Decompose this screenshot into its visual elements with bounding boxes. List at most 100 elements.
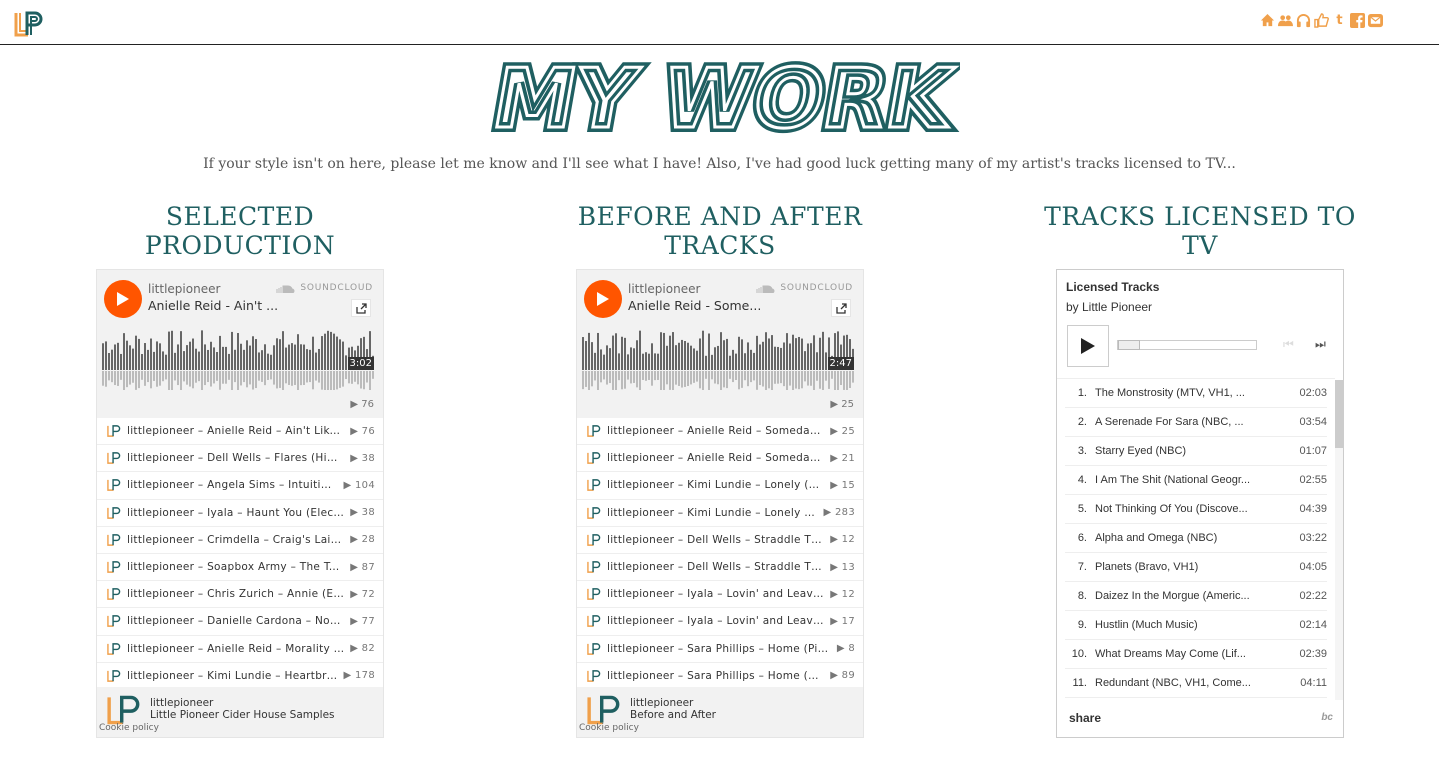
tumblr-icon[interactable]: t xyxy=(1332,12,1347,29)
play-button[interactable] xyxy=(104,280,142,318)
footer-playlist-title[interactable]: Before and After xyxy=(630,709,716,721)
list-item[interactable]: littlepioneer – Chris Zurich – Annie (El… xyxy=(97,581,383,609)
lp-logo-icon[interactable] xyxy=(14,10,44,38)
group-icon[interactable] xyxy=(1278,12,1293,29)
footer-user[interactable]: littlepioneer xyxy=(150,697,213,709)
list-item[interactable]: 2. A Serenade For Sara (NBC, ... 03:54 xyxy=(1065,408,1327,437)
my-work-title-art: MY WORK MY WORK xyxy=(480,56,959,136)
share-link[interactable]: share xyxy=(1069,711,1101,725)
list-item[interactable]: 5. Not Thinking Of You (Discove... 04:39 xyxy=(1065,495,1327,524)
waveform-bar xyxy=(228,353,230,370)
list-item[interactable]: littlepioneer – Kimi Lundie – Heartbreak… xyxy=(97,663,383,690)
waveform-bar xyxy=(165,354,167,370)
progress-thumb[interactable] xyxy=(1118,340,1140,350)
column-title-selected-production: SELECTED PRODUCTION xyxy=(144,202,336,260)
lp-logo-icon xyxy=(587,642,601,655)
footer-user[interactable]: littlepioneer xyxy=(630,697,693,709)
list-item[interactable]: 8. Daizez In the Morgue (Americ... 02:22 xyxy=(1065,582,1327,611)
waveform-reflection xyxy=(816,371,818,381)
waveform-bar xyxy=(213,347,215,370)
waveform-bar xyxy=(240,343,242,370)
play-button[interactable] xyxy=(584,280,622,318)
lp-logo-icon xyxy=(587,506,601,519)
waveform-reflection xyxy=(288,371,290,385)
share-icon[interactable] xyxy=(831,299,851,317)
scrollbar-thumb[interactable] xyxy=(1335,380,1343,448)
waveform[interactable] xyxy=(102,326,374,390)
artist-name[interactable]: littlepioneer xyxy=(628,282,700,296)
list-item[interactable]: 1. The Monstrosity (MTV, VH1, ... 02:03 xyxy=(1065,379,1327,408)
bandcamp-logo[interactable]: bc xyxy=(1321,712,1333,723)
list-item[interactable]: littlepioneer – Angela Sims – Intuition … xyxy=(97,472,383,500)
waveform-reflection xyxy=(756,371,758,390)
playlist-artwork[interactable] xyxy=(105,694,143,726)
soundcloud-brand[interactable]: SOUNDCLOUD xyxy=(756,283,853,293)
waveform-bar xyxy=(180,331,182,370)
waveform-bar xyxy=(243,349,245,370)
list-item[interactable]: littlepioneer – Anielle Reid – Someday (… xyxy=(577,445,863,473)
waveform-reflection xyxy=(744,371,746,381)
thumbs-up-icon[interactable] xyxy=(1314,12,1329,29)
cookie-policy-link[interactable]: Cookie policy xyxy=(99,723,159,733)
progress-bar[interactable] xyxy=(1117,340,1257,350)
waveform-reflection xyxy=(588,371,590,390)
waveform-reflection xyxy=(771,371,773,390)
list-item[interactable]: 10. What Dreams May Come (Lif... 02:39 xyxy=(1065,640,1327,669)
waveform-bar xyxy=(324,333,326,370)
list-item[interactable]: littlepioneer – Dell Wells – Straddle Th… xyxy=(577,527,863,554)
waveform-reflection xyxy=(837,371,839,390)
list-item[interactable]: littlepioneer – Soapbox Army – The Top (… xyxy=(97,554,383,582)
waveform[interactable] xyxy=(582,326,854,390)
envelope-icon[interactable] xyxy=(1368,12,1383,29)
footer-playlist-title[interactable]: Little Pioneer Cider House Samples xyxy=(150,709,335,721)
list-item[interactable]: 9. Hustlin (Much Music) 02:14 xyxy=(1065,611,1327,640)
cookie-policy-link[interactable]: Cookie policy xyxy=(579,723,639,733)
share-icon[interactable] xyxy=(351,299,371,317)
scrollbar[interactable] xyxy=(1335,380,1343,700)
list-item[interactable]: littlepioneer – Iyala – Lovin' and Leavi… xyxy=(577,581,863,609)
list-item[interactable]: littlepioneer – Dell Wells – Straddle Th… xyxy=(577,554,863,582)
list-item[interactable]: littlepioneer – Sara Phillips – Home (Pi… xyxy=(577,636,863,663)
waveform-reflection xyxy=(681,371,683,388)
soundcloud-brand[interactable]: SOUNDCLOUD xyxy=(276,283,373,293)
list-item[interactable]: littlepioneer – Anielle Reid – Morality … xyxy=(97,636,383,663)
list-item[interactable]: littlepioneer – Anielle Reid – Someday (… xyxy=(577,418,863,446)
waveform-bar xyxy=(651,343,653,370)
waveform-reflection xyxy=(255,371,257,389)
home-icon[interactable] xyxy=(1260,12,1275,29)
list-item[interactable]: 6. Alpha and Omega (NBC) 03:22 xyxy=(1065,524,1327,553)
list-item[interactable]: littlepioneer – Anielle Reid – Ain't Lik… xyxy=(97,418,383,446)
waveform-bar xyxy=(747,342,749,370)
list-item[interactable]: littlepioneer – Iyala – Haunt You (Elect… xyxy=(97,500,383,527)
waveform-reflection xyxy=(738,371,740,390)
list-item[interactable]: 3. Starry Eyed (NBC) 01:07 xyxy=(1065,437,1327,466)
previous-track-icon[interactable]: ⏮ xyxy=(1283,337,1294,352)
waveform-bar xyxy=(189,341,191,370)
headphones-icon[interactable] xyxy=(1296,12,1311,29)
list-item[interactable]: littlepioneer – Iyala – Lovin' and Leavi… xyxy=(577,608,863,636)
list-item[interactable]: littlepioneer – Danielle Cardona – Not E… xyxy=(97,608,383,636)
album-title[interactable]: Licensed Tracks xyxy=(1066,280,1159,294)
list-item[interactable]: littlepioneer – Dell Wells – Flares (Hip… xyxy=(97,445,383,473)
artist-name[interactable]: littlepioneer xyxy=(148,282,220,296)
track-title[interactable]: Anielle Reid - Ain't ... xyxy=(148,298,278,313)
waveform-bar xyxy=(267,353,269,370)
facebook-icon[interactable] xyxy=(1350,12,1365,29)
list-item[interactable]: littlepioneer – Crimdella – Craig's Lair… xyxy=(97,527,383,554)
waveform-bar xyxy=(693,348,695,370)
waveform-bar xyxy=(669,335,671,370)
list-item[interactable]: 11. Redundant (NBC, VH1, Come... 04:11 xyxy=(1065,669,1327,698)
list-item[interactable]: littlepioneer – Kimi Lundie – Lonely (Fi… xyxy=(577,500,863,527)
list-item[interactable]: littlepioneer – Kimi Lundie – Lonely (De… xyxy=(577,472,863,500)
list-item[interactable]: littlepioneer – Sara Phillips – Home (Fu… xyxy=(577,663,863,690)
album-artist[interactable]: by Little Pioneer xyxy=(1066,300,1152,314)
list-item[interactable]: 4. I Am The Shit (National Geogr... 02:55 xyxy=(1065,466,1327,495)
list-item[interactable]: 7. Planets (Bravo, VH1) 04:05 xyxy=(1065,553,1327,582)
waveform-bar xyxy=(798,336,800,370)
waveform-bar xyxy=(813,335,815,370)
next-track-icon[interactable]: ⏭ xyxy=(1315,337,1326,352)
waveform-reflection xyxy=(768,371,770,389)
play-button[interactable] xyxy=(1067,325,1109,367)
playlist-artwork[interactable] xyxy=(585,694,623,726)
track-title[interactable]: Anielle Reid - Some... xyxy=(628,298,761,313)
